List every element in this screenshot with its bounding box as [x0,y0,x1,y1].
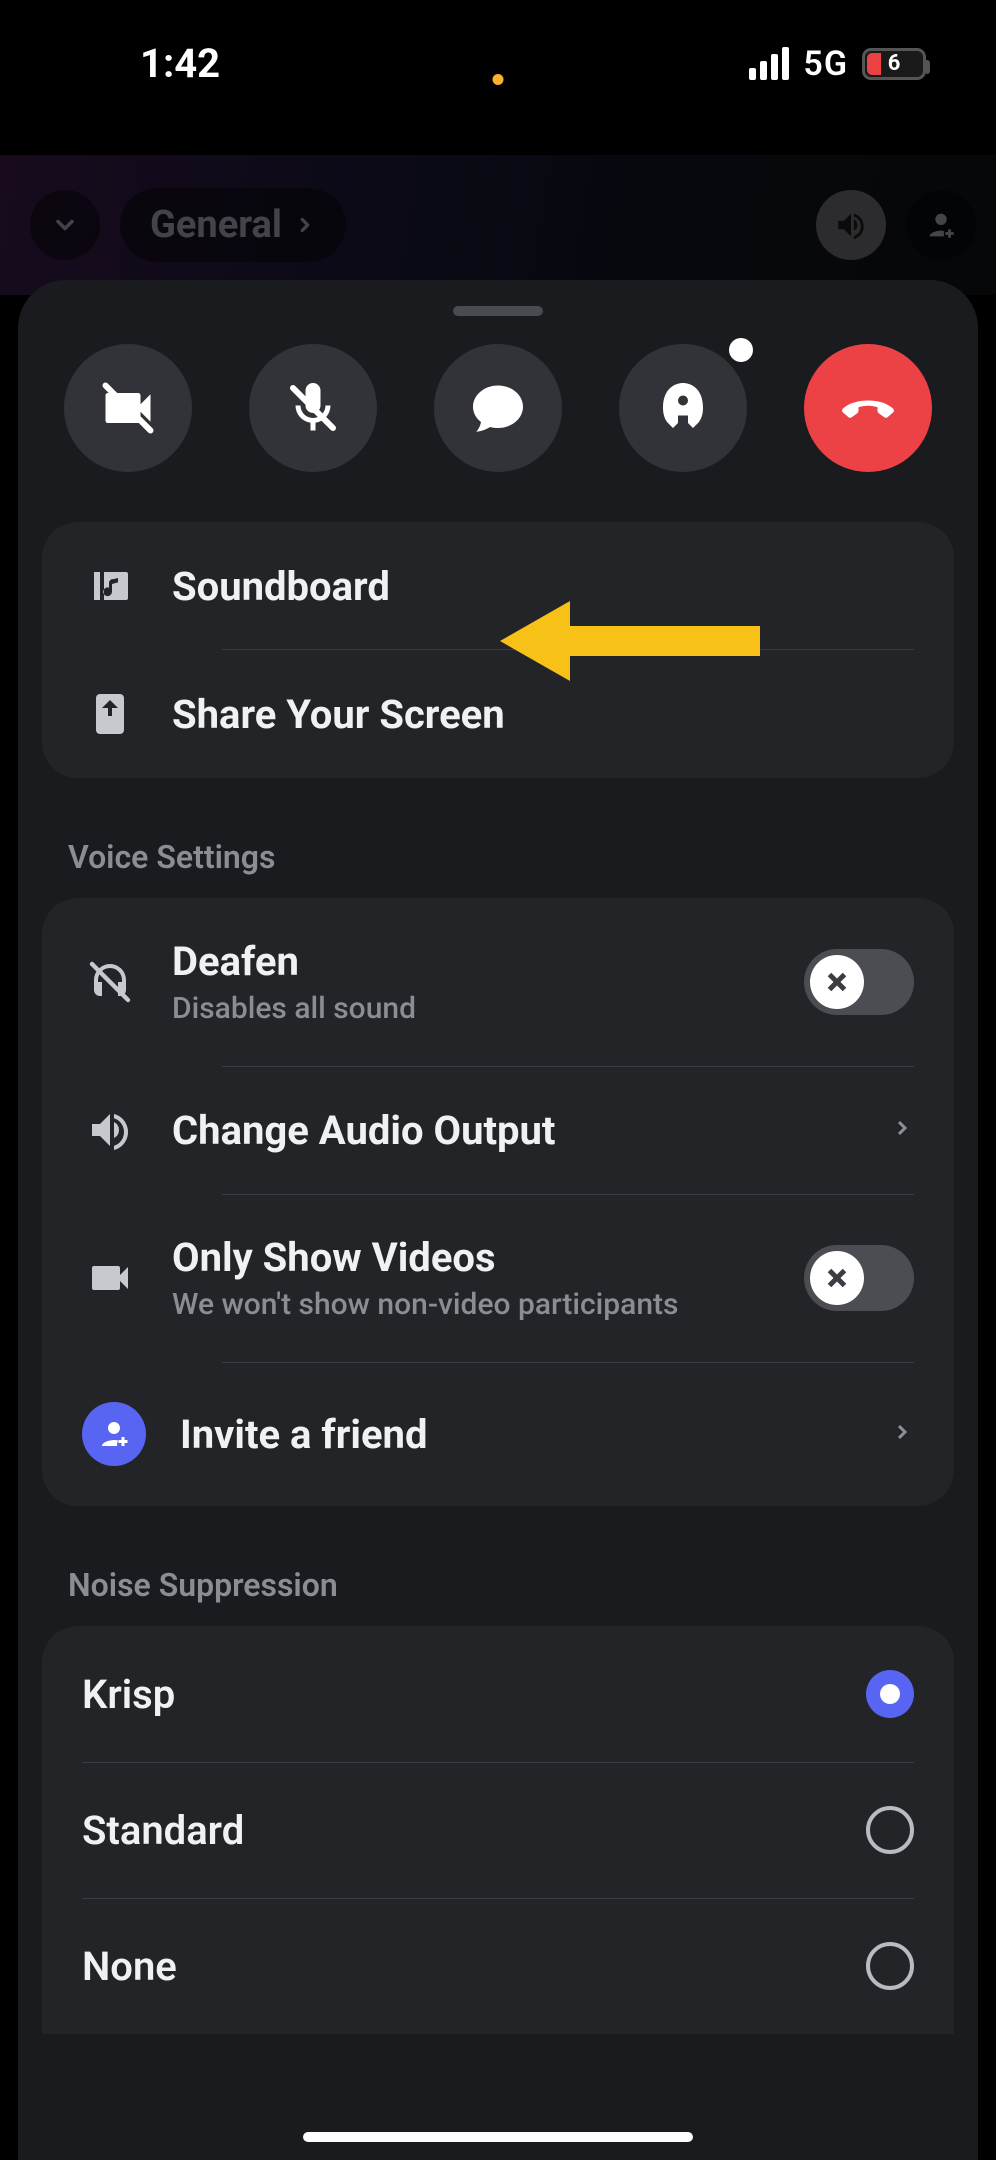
share-screen-label: Share Your Screen [172,691,914,738]
speaker-button[interactable] [816,190,886,260]
soundboard-label: Soundboard [172,563,914,610]
channel-name: General [150,203,282,247]
action-row [18,344,978,522]
notification-dot [729,338,753,362]
speaker-icon [82,1106,138,1154]
battery-percent: 6 [888,51,901,76]
invite-friend-icon [82,1402,146,1466]
soundboard-icon [82,562,138,610]
only-videos-subtitle: We won't show non-video participants [172,1287,770,1322]
voice-settings-card: Deafen Disables all sound Change Audio O… [42,898,954,1506]
voice-settings-label: Voice Settings [18,838,978,898]
audio-output-row[interactable]: Change Audio Output [42,1066,954,1194]
audio-output-title: Change Audio Output [172,1107,856,1154]
radio-unselected[interactable] [866,1806,914,1854]
deafen-subtitle: Disables all sound [172,991,770,1026]
share-screen-icon [82,690,138,738]
close-icon [822,967,852,997]
noise-standard-row[interactable]: Standard [42,1762,954,1898]
mute-toggle-button[interactable] [249,344,377,472]
add-user-icon [924,208,958,242]
network-type: 5G [803,44,848,84]
share-screen-row[interactable]: Share Your Screen [42,650,954,778]
background-call-header: General [0,155,996,295]
hang-up-icon [838,378,898,438]
camera-off-icon [98,378,158,438]
invite-friend-title: Invite a friend [180,1411,856,1458]
signal-icon [749,47,789,80]
only-videos-title: Only Show Videos [172,1234,770,1281]
noise-suppression-card: Krisp Standard None [42,1626,954,2034]
collapse-button[interactable] [30,190,100,260]
noise-krisp-row[interactable]: Krisp [42,1626,954,1762]
chevron-right-icon [890,1116,914,1144]
drag-handle[interactable] [453,306,543,316]
camera-toggle-button[interactable] [64,344,192,472]
mic-off-icon [283,378,343,438]
noise-none-label: None [82,1943,832,1990]
radio-unselected[interactable] [866,1942,914,1990]
call-options-sheet: Soundboard Share Your Screen Voice Setti… [18,280,978,2160]
deafen-title: Deafen [172,938,770,985]
soundboard-share-card: Soundboard Share Your Screen [42,522,954,778]
noise-standard-label: Standard [82,1807,832,1854]
noise-suppression-label: Noise Suppression [18,1566,978,1626]
activities-button[interactable] [619,344,747,472]
status-right: 5G 6 [749,44,926,84]
deafen-toggle[interactable] [804,949,914,1015]
home-indicator[interactable] [303,2132,693,2142]
hang-up-button[interactable] [804,344,932,472]
deafen-icon [82,958,138,1006]
rocket-icon [653,378,713,438]
battery-icon: 6 [862,48,926,80]
radio-selected[interactable] [866,1670,914,1718]
noise-none-row[interactable]: None [42,1898,954,2034]
channel-pill[interactable]: General [120,188,346,262]
add-friend-header-button[interactable] [906,190,976,260]
only-videos-row[interactable]: Only Show Videos We won't show non-video… [42,1194,954,1362]
noise-krisp-label: Krisp [82,1671,832,1718]
speaker-icon [834,208,868,242]
video-icon [82,1254,138,1302]
status-bar: 1:42 5G 6 [0,0,996,107]
recording-dot-icon [493,74,504,85]
close-icon [822,1263,852,1293]
chat-icon [468,378,528,438]
chevron-right-icon [890,1420,914,1448]
chevron-right-icon [294,214,316,236]
invite-friend-row[interactable]: Invite a friend [42,1362,954,1506]
deafen-row[interactable]: Deafen Disables all sound [42,898,954,1066]
chat-button[interactable] [434,344,562,472]
soundboard-row[interactable]: Soundboard [42,522,954,650]
only-videos-toggle[interactable] [804,1245,914,1311]
status-time: 1:42 [140,40,220,87]
